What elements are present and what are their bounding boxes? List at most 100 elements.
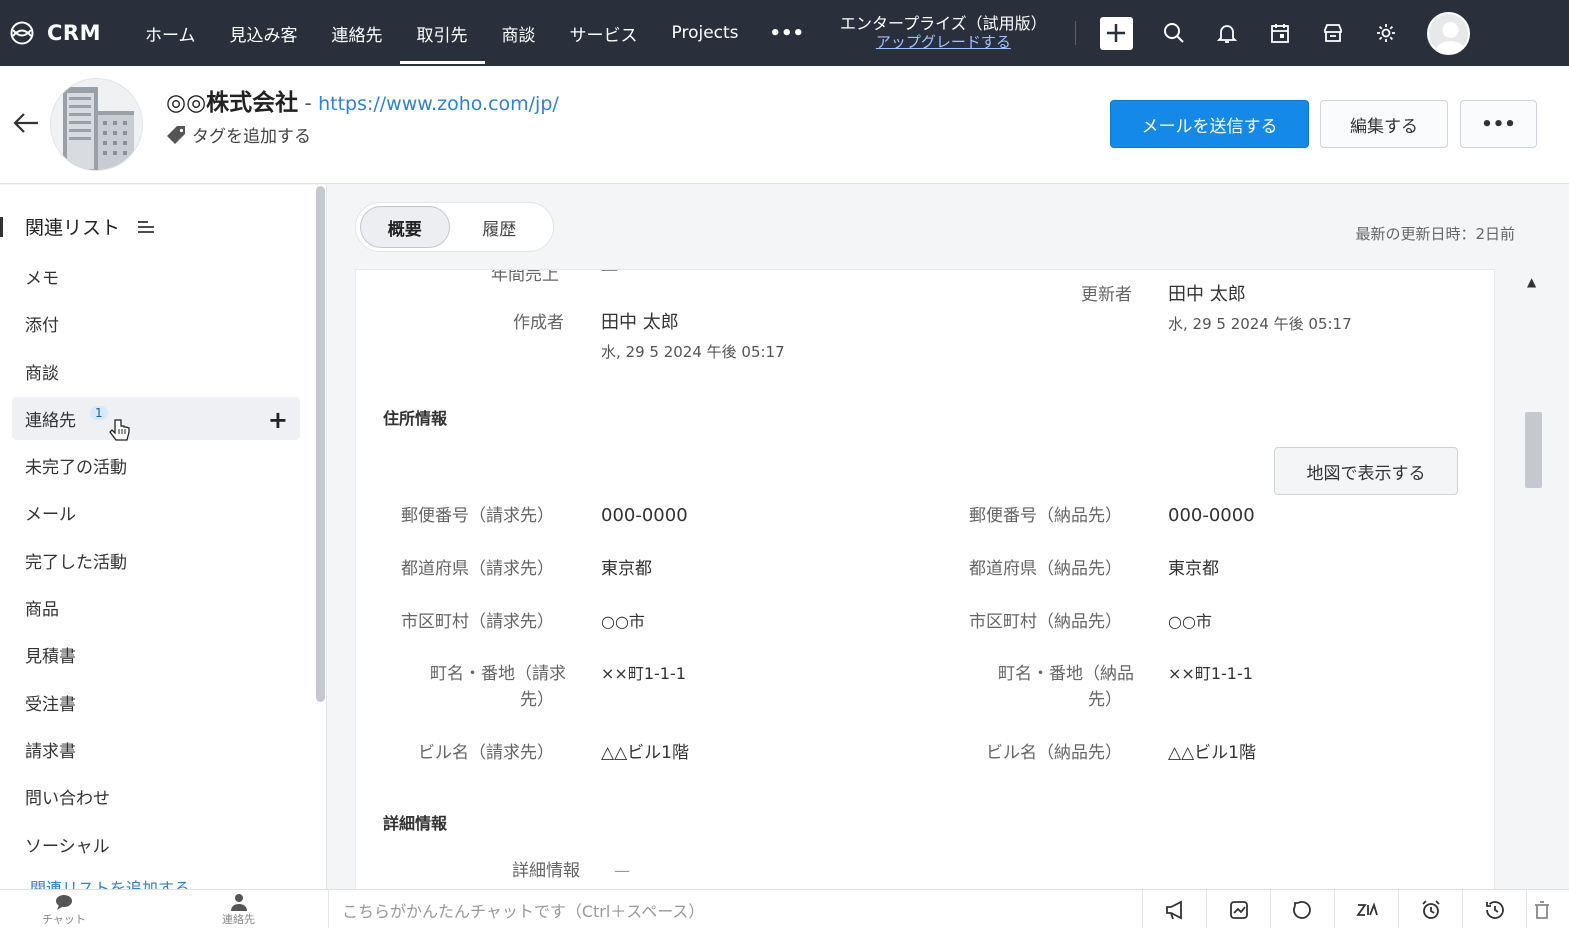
edit-button[interactable]: 編集する — [1320, 100, 1448, 148]
record-title: ◎◎株式会社 - https://www.zoho.com/jp/ — [166, 83, 559, 117]
show-map-button[interactable]: 地図で表示する — [1274, 447, 1458, 495]
top-navigation: CRM ホーム 見込み客 連絡先 取引先 商談 サービス Projects ••… — [0, 0, 1569, 66]
bin-icon[interactable] — [1526, 890, 1556, 928]
chart-icon[interactable] — [1206, 890, 1270, 928]
back-arrow-icon[interactable] — [12, 111, 40, 135]
modified-by-value[interactable]: 田中 太郎 — [1168, 282, 1246, 308]
tab-overview[interactable]: 概要 — [360, 206, 450, 248]
sidebar-item-emails[interactable]: メール — [12, 491, 300, 534]
related-list-items: メモ 添付 商談 連絡先 1 + 未完了の活動 メール 完了した活動 商品 見積… — [12, 255, 300, 870]
add-contact-button[interactable]: + — [268, 406, 288, 434]
scroll-up-arrow-icon[interactable]: ▲ — [1527, 275, 1536, 289]
main-scrollbar[interactable] — [1525, 412, 1542, 488]
related-list-header: 関連リスト — [0, 213, 156, 240]
contacts-label: 連絡先 — [222, 913, 255, 926]
sidebar-item-invoices[interactable]: 請求書 — [12, 728, 300, 771]
sidebar-item-notes[interactable]: メモ — [12, 255, 300, 298]
tab-history[interactable]: 履歴 — [450, 206, 549, 248]
shipping-street-label-2: 先） — [1088, 690, 1122, 710]
record-header: ◎◎株式会社 - https://www.zoho.com/jp/ タグを追加す… — [0, 66, 1569, 184]
collapse-handle[interactable] — [0, 216, 3, 237]
tab-contacts[interactable]: 連絡先 — [315, 0, 400, 66]
edition-info: エンタープライズ（試用版） アップグレードする — [840, 14, 1047, 52]
sidebar-item-social[interactable]: ソーシャル — [12, 823, 300, 866]
edition-title: エンタープライズ（試用版） — [840, 14, 1047, 33]
sidebar-item-sales-orders[interactable]: 受注書 — [12, 681, 300, 724]
crm-logo-icon — [10, 21, 34, 45]
add-tag-button[interactable]: タグを追加する — [166, 122, 311, 147]
sidebar-item-label: 添付 — [25, 316, 59, 337]
calendar-icon[interactable] — [1268, 21, 1292, 45]
sidebar-item-deals[interactable]: 商談 — [12, 350, 300, 393]
list-reorder-icon[interactable] — [136, 219, 156, 235]
billing-zip-label: 郵便番号（請求先） — [401, 506, 554, 526]
billing-building-value: △△ビル1階 — [601, 743, 689, 763]
sidebar-item-quotes[interactable]: 見積書 — [12, 633, 300, 676]
created-by-value[interactable]: 田中 太郎 — [601, 310, 679, 336]
tab-deals[interactable]: 商談 — [485, 0, 553, 66]
sidebar-item-label: 見積書 — [25, 647, 76, 668]
search-icon[interactable] — [1162, 21, 1186, 45]
app-name: CRM — [47, 21, 101, 45]
crm-logo[interactable]: CRM — [6, 21, 118, 45]
company-name: ◎◎株式会社 — [166, 90, 299, 116]
tab-leads[interactable]: 見込み客 — [213, 0, 315, 66]
count-badge: 1 — [90, 406, 108, 421]
sidebar-item-label: 商談 — [25, 363, 59, 384]
bell-icon[interactable] — [1215, 21, 1239, 45]
sidebar-item-label: 連絡先 — [25, 410, 76, 431]
billing-building-label: ビル名（請求先） — [418, 743, 554, 763]
sidebar-item-open-activities[interactable]: 未完了の活動 — [12, 444, 300, 487]
more-actions-button[interactable]: ••• — [1460, 100, 1537, 148]
detail-section-title: 詳細情報 — [383, 814, 448, 833]
related-list-title: 関連リスト — [25, 217, 121, 239]
tab-projects[interactable]: Projects — [655, 0, 756, 66]
chat-input[interactable]: こちらがかんたんチャットです（Ctrl＋スペース） — [328, 890, 1140, 928]
shipping-building-value: △△ビル1階 — [1168, 743, 1256, 763]
shipping-pref-value: 東京都 — [1168, 559, 1219, 579]
chat-button[interactable]: チャット — [42, 893, 86, 927]
title-separator: - — [298, 91, 319, 115]
alarm-icon[interactable] — [1398, 890, 1462, 928]
sidebar-item-closed-activities[interactable]: 完了した活動 — [12, 539, 300, 582]
tab-home[interactable]: ホーム — [128, 0, 213, 66]
chat-label: チャット — [42, 913, 86, 926]
sidebar-item-attachments[interactable]: 添付 — [12, 302, 300, 345]
field-value: — — [601, 269, 618, 280]
website-link[interactable]: https://www.zoho.com/jp/ — [318, 93, 559, 115]
history-icon[interactable] — [1462, 890, 1526, 928]
sidebar-item-label: 商品 — [25, 600, 59, 621]
detail-value: — — [614, 861, 630, 880]
upgrade-link[interactable]: アップグレードする — [876, 33, 1011, 52]
billing-street-value: ××町1-1-1 — [601, 664, 686, 683]
modified-by-label: 更新者 — [1081, 285, 1132, 305]
billing-street-label-1: 町名・番地（請求 — [430, 664, 566, 684]
gear-icon[interactable] — [1374, 21, 1398, 45]
field-label: 年間売上 — [491, 269, 559, 285]
send-email-button[interactable]: メールを送信する — [1110, 100, 1309, 148]
avatar[interactable] — [1426, 11, 1470, 55]
tab-accounts[interactable]: 取引先 — [399, 0, 485, 66]
megaphone-icon[interactable] — [1142, 890, 1206, 928]
more-tabs-button[interactable]: ••• — [756, 0, 819, 66]
building-icon — [63, 87, 134, 170]
zia-icon[interactable] — [1334, 890, 1398, 928]
refresh-icon[interactable] — [1270, 890, 1334, 928]
plus-icon[interactable] — [1099, 16, 1133, 50]
contacts-button[interactable]: 連絡先 — [222, 893, 255, 927]
sidebar-item-cases[interactable]: 問い合わせ — [12, 775, 300, 818]
nav-divider — [1074, 21, 1076, 45]
main-content: 概要 履歴 最新の更新日時：2日前 年間売上 — 更新者 田中 太郎 水, 29… — [328, 185, 1569, 889]
tag-icon — [167, 125, 185, 144]
shipping-building-label: ビル名（納品先） — [986, 743, 1122, 763]
billing-zip-value: 000-0000 — [601, 505, 688, 526]
sidebar-scrollbar[interactable] — [316, 186, 325, 702]
created-by-label: 作成者 — [513, 313, 564, 333]
tab-services[interactable]: サービス — [553, 0, 655, 66]
sidebar-item-label: 請求書 — [25, 741, 76, 762]
add-related-list-link[interactable]: 関連リストを追加する — [30, 875, 190, 889]
details-card: 年間売上 — 更新者 田中 太郎 水, 29 5 2024 午後 05:17 作… — [355, 269, 1495, 889]
store-icon[interactable] — [1321, 21, 1345, 45]
sidebar-item-products[interactable]: 商品 — [12, 586, 300, 629]
sidebar-item-contacts[interactable]: 連絡先 1 + — [12, 396, 300, 440]
